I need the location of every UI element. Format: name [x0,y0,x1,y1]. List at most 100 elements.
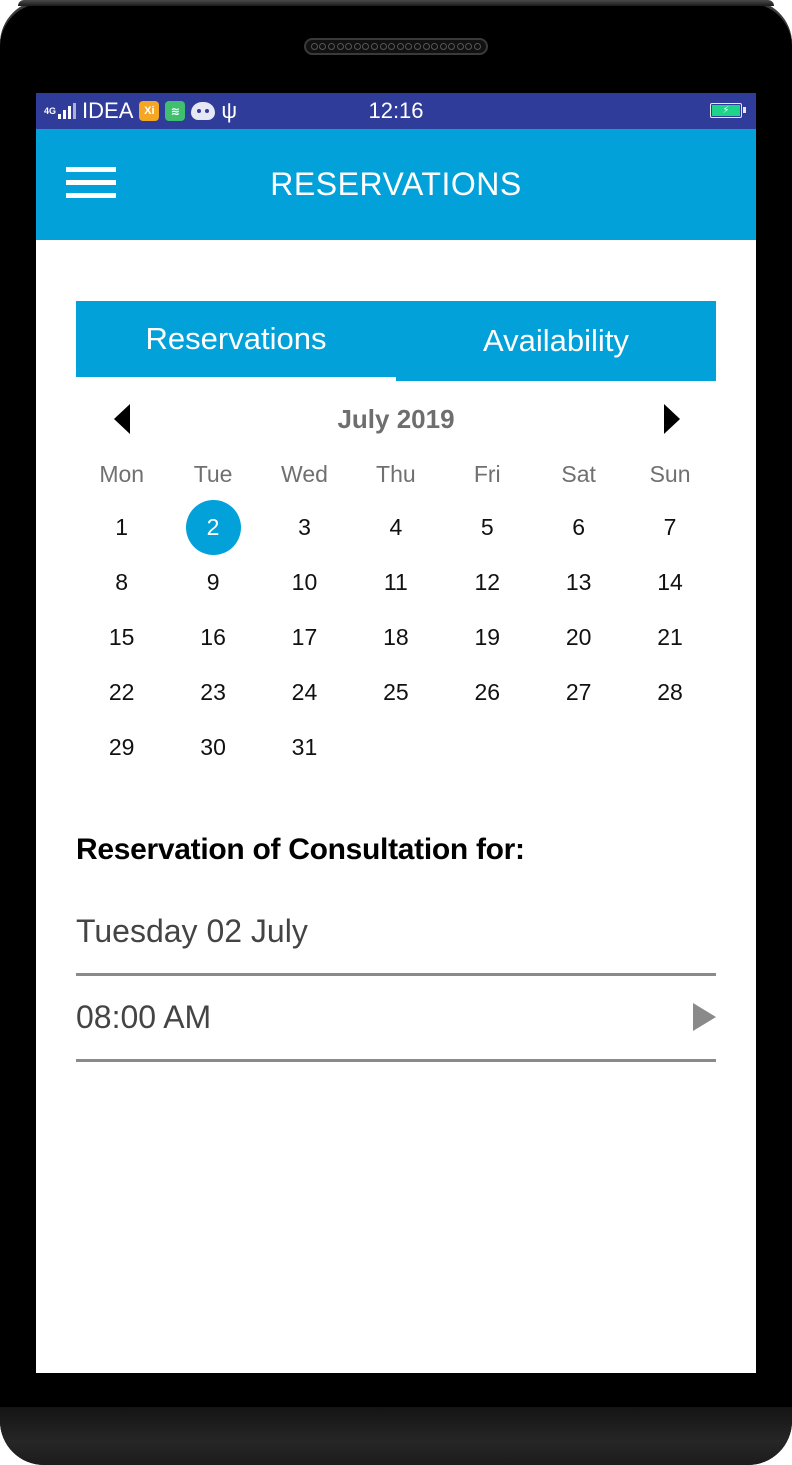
calendar-day[interactable]: 4 [350,500,441,555]
play-arrow-icon[interactable] [693,1003,716,1031]
weekday-header-row: Mon Tue Wed Thu Fri Sat Sun [76,448,716,500]
phone-top-edge [18,0,774,6]
calendar-day-label: 12 [474,569,501,595]
tab-availability[interactable]: Availability [396,301,716,381]
calendar-day-label: 5 [480,514,494,540]
calendar-day-label: 9 [206,569,220,595]
weekday-label: Mon [99,461,145,487]
calendar-day[interactable]: 8 [76,555,167,610]
clock: 12:16 [368,98,424,123]
battery-charging-icon: ⚡ [710,103,746,118]
calendar-day-selected[interactable]: 2 [167,500,258,555]
weekday-label: Fri [473,461,501,487]
calendar-empty-cell [442,720,533,775]
calendar-day[interactable]: 25 [350,665,441,720]
calendar-day-label: 19 [474,624,501,650]
calendar-day[interactable]: 26 [442,665,533,720]
calendar-day[interactable]: 18 [350,610,441,665]
calendar-day[interactable]: 21 [624,610,715,665]
calendar-day-label: 22 [108,679,135,705]
calendar-day-label: 1 [115,514,129,540]
calendar-empty-cell [350,720,441,775]
calendar-day[interactable]: 14 [624,555,715,610]
page-title: RESERVATIONS [270,166,522,202]
calendar-day[interactable]: 19 [442,610,533,665]
calendar-day-label: 23 [200,679,226,705]
reservation-heading: Reservation of Consultation for: [76,833,525,866]
calendar-weeks: 1 2 3 4 5 6 7 8 9 10 11 12 13 14 15 16 17 18 19 20 21 22 23 24 2… [76,500,716,775]
calendar-day-label: 24 [291,679,318,705]
calendar-day[interactable]: 7 [624,500,715,555]
weekday-label: Wed [281,461,328,487]
tab-bar: Reservations Availability [76,301,716,381]
app-bar: RESERVATIONS [36,129,756,240]
calendar-day[interactable]: 9 [167,555,258,610]
calendar-week-row: 15 16 17 18 19 20 21 [76,610,716,665]
phone-frame: 4G IDEA Xi ≋ ψ 12:16 ⚡ RESERVATIONS Rese… [0,0,792,1465]
calendar-day-label: 2 [185,500,241,555]
calendar-day[interactable]: 29 [76,720,167,775]
calendar-day-label: 16 [200,624,226,650]
calendar-day-label: 3 [298,514,311,540]
calendar-day[interactable]: 27 [533,665,624,720]
calendar-day[interactable]: 5 [442,500,533,555]
calendar-day-label: 17 [291,624,318,650]
calendar-day-label: 21 [657,624,683,650]
calendar-day-label: 18 [383,624,409,650]
calendar-day[interactable]: 11 [350,555,441,610]
tab-reservations[interactable]: Reservations [76,301,396,377]
calendar-day[interactable]: 16 [167,610,258,665]
calendar-day-label: 30 [200,734,226,760]
calendar-day[interactable]: 22 [76,665,167,720]
screen: 4G IDEA Xi ≋ ψ 12:16 ⚡ RESERVATIONS Rese… [36,93,756,1373]
reservation-time-selector[interactable]: 08:00 AM [76,978,716,1062]
calendar-empty-cell [533,720,624,775]
calendar-day[interactable]: 12 [442,555,533,610]
calendar-day-label: 8 [115,569,129,595]
reservation-date-value: Tuesday 02 July [76,913,308,949]
calendar-day[interactable]: 30 [167,720,258,775]
calendar-day[interactable]: 24 [259,665,350,720]
calendar-week-row: 1 2 3 4 5 6 7 [76,500,716,555]
calendar-day[interactable]: 23 [167,665,258,720]
status-bar: 4G IDEA Xi ≋ ψ 12:16 ⚡ [36,93,756,129]
calendar-day-label: 31 [291,734,318,760]
calendar-day-label: 20 [565,624,592,650]
calendar-day[interactable]: 13 [533,555,624,610]
phone-chin [0,1407,792,1465]
calendar-empty-cell [624,720,715,775]
reservation-date-field: Tuesday 02 July [76,892,716,976]
speaker-grille [304,38,488,55]
calendar-day-label: 13 [565,569,592,595]
calendar-week-row: 22 23 24 25 26 27 28 [76,665,716,720]
calendar-day[interactable]: 20 [533,610,624,665]
calendar-day[interactable]: 3 [259,500,350,555]
calendar-day[interactable]: 6 [533,500,624,555]
calendar-header: July 2019 [76,393,716,445]
calendar-day[interactable]: 10 [259,555,350,610]
calendar-day-label: 11 [383,569,408,595]
calendar-day-label: 25 [383,679,409,705]
weekday-label: Sun [649,461,691,487]
chevron-right-icon[interactable] [664,404,680,434]
calendar-day-label: 27 [565,679,592,705]
calendar-day[interactable]: 17 [259,610,350,665]
calendar-grid: Mon Tue Wed Thu Fri Sat Sun 1 2 3 4 5 6 7 8 9 10 1… [76,448,716,775]
reservation-time-value: 08:00 AM [76,999,212,1035]
calendar-day-label: 7 [663,514,677,540]
calendar-month-label: July 2019 [337,404,455,434]
calendar-day[interactable]: 31 [259,720,350,775]
weekday-label: Tue [193,461,233,487]
calendar-week-row: 29 30 31 [76,720,716,775]
calendar-day-label: 15 [108,624,135,650]
weekday-label: Sat [561,461,596,487]
calendar-day[interactable]: 15 [76,610,167,665]
calendar-day-label: 26 [474,679,501,705]
calendar-day-label: 10 [291,569,318,595]
calendar-day[interactable]: 28 [624,665,715,720]
calendar-week-row: 8 9 10 11 12 13 14 [76,555,716,610]
calendar-day-label: 29 [108,734,135,760]
weekday-label: Thu [376,461,416,487]
calendar-day[interactable]: 1 [76,500,167,555]
calendar-day-label: 28 [657,679,683,705]
